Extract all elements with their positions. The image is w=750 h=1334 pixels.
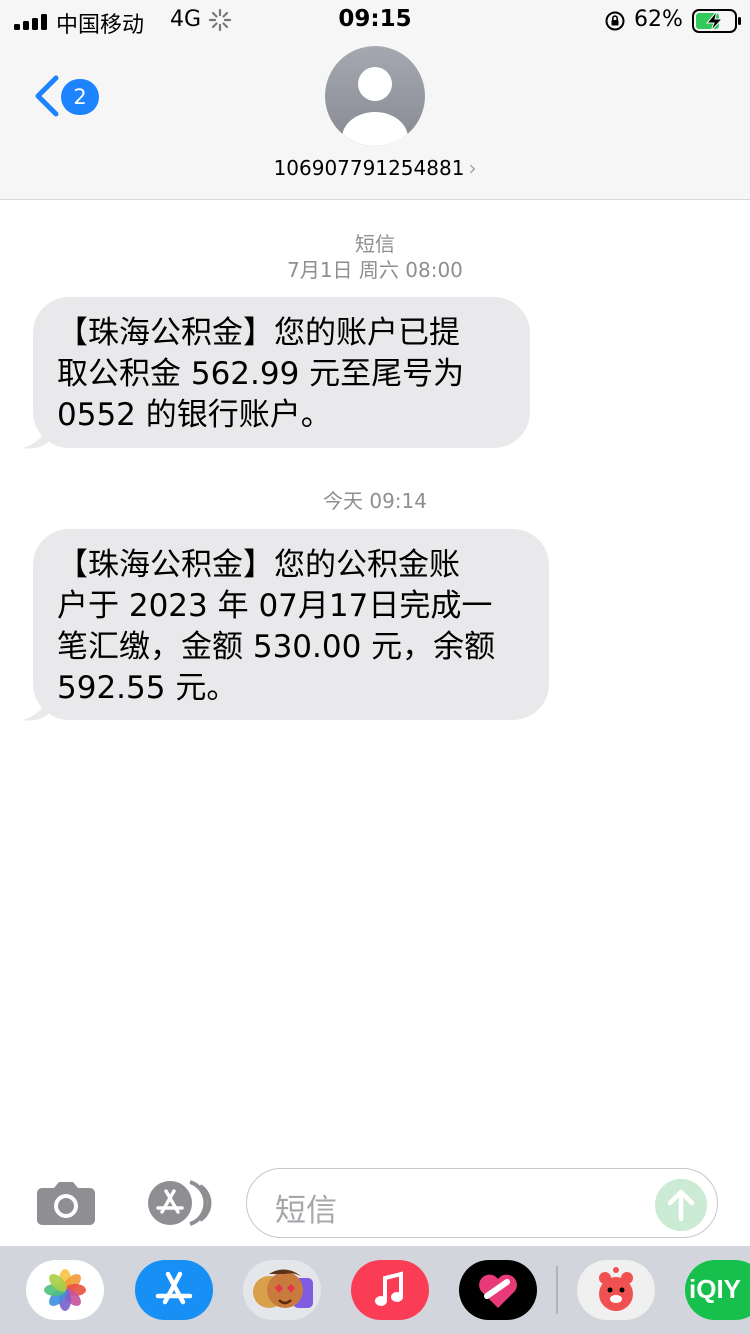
message-bubble[interactable]: 【珠海公积金】您的账户已提 取公积金 562.99 元至尾号为 0552 的银行… [33,297,530,448]
app-store-icon[interactable] [135,1260,213,1320]
back-chevron-icon[interactable] [30,74,62,118]
red-bear-app-icon[interactable] [577,1260,655,1320]
message-line: 笔汇缴，金额 530.00 元，余额 [57,629,496,665]
status-bar: 中国移动 4G 09:15 62% [0,0,750,42]
message-input-placeholder: 短信 [275,1193,337,1229]
contact-number: 106907791254881 [273,156,465,180]
heart-app-icon[interactable] [459,1260,537,1320]
contact-name[interactable]: 106907791254881 › [0,156,750,180]
message-bubble[interactable]: 【珠海公积金】您的公积金账 户于 2023 年 07月17日完成一 笔汇缴，金额… [33,529,549,720]
message-line: 【珠海公积金】您的账户已提 [57,315,460,351]
message-line: 户于 2023 年 07月17日完成一 [57,588,493,624]
iqiyi-icon[interactable]: iQIY [685,1260,750,1320]
conversation-header: 中国移动 4G 09:15 62% 2 106907791254881 › [0,0,750,200]
imessage-app-drawer: iQIY [0,1246,750,1334]
camera-icon[interactable] [36,1180,96,1226]
service-label: 短信 [355,232,395,256]
message-line: 【珠海公积金】您的公积金账 [57,547,460,583]
photos-icon[interactable] [26,1260,104,1320]
battery-percent: 62% [634,7,683,32]
message-line: 592.55 元。 [57,670,238,706]
send-arrow-icon[interactable] [655,1179,707,1231]
chevron-right-icon: › [468,156,477,180]
contact-avatar-icon[interactable] [325,46,425,146]
dock-separator [556,1266,558,1314]
iqiyi-label: iQIY [689,1274,742,1304]
message-line: 取公积金 562.99 元至尾号为 [57,356,465,392]
message-input[interactable]: 短信 [246,1168,718,1238]
message-timestamp: 7月1日 周六 08:00 [287,258,463,282]
message-line: 0552 的银行账户。 [57,397,332,433]
rotation-lock-icon [605,11,625,31]
battery-charging-icon [692,9,741,33]
app-store-button-icon[interactable] [138,1180,214,1226]
unread-count-badge[interactable]: 2 [61,79,99,115]
memoji-icon[interactable] [243,1260,321,1320]
music-icon[interactable] [351,1260,429,1320]
message-timestamp: 今天 09:14 [323,489,427,513]
